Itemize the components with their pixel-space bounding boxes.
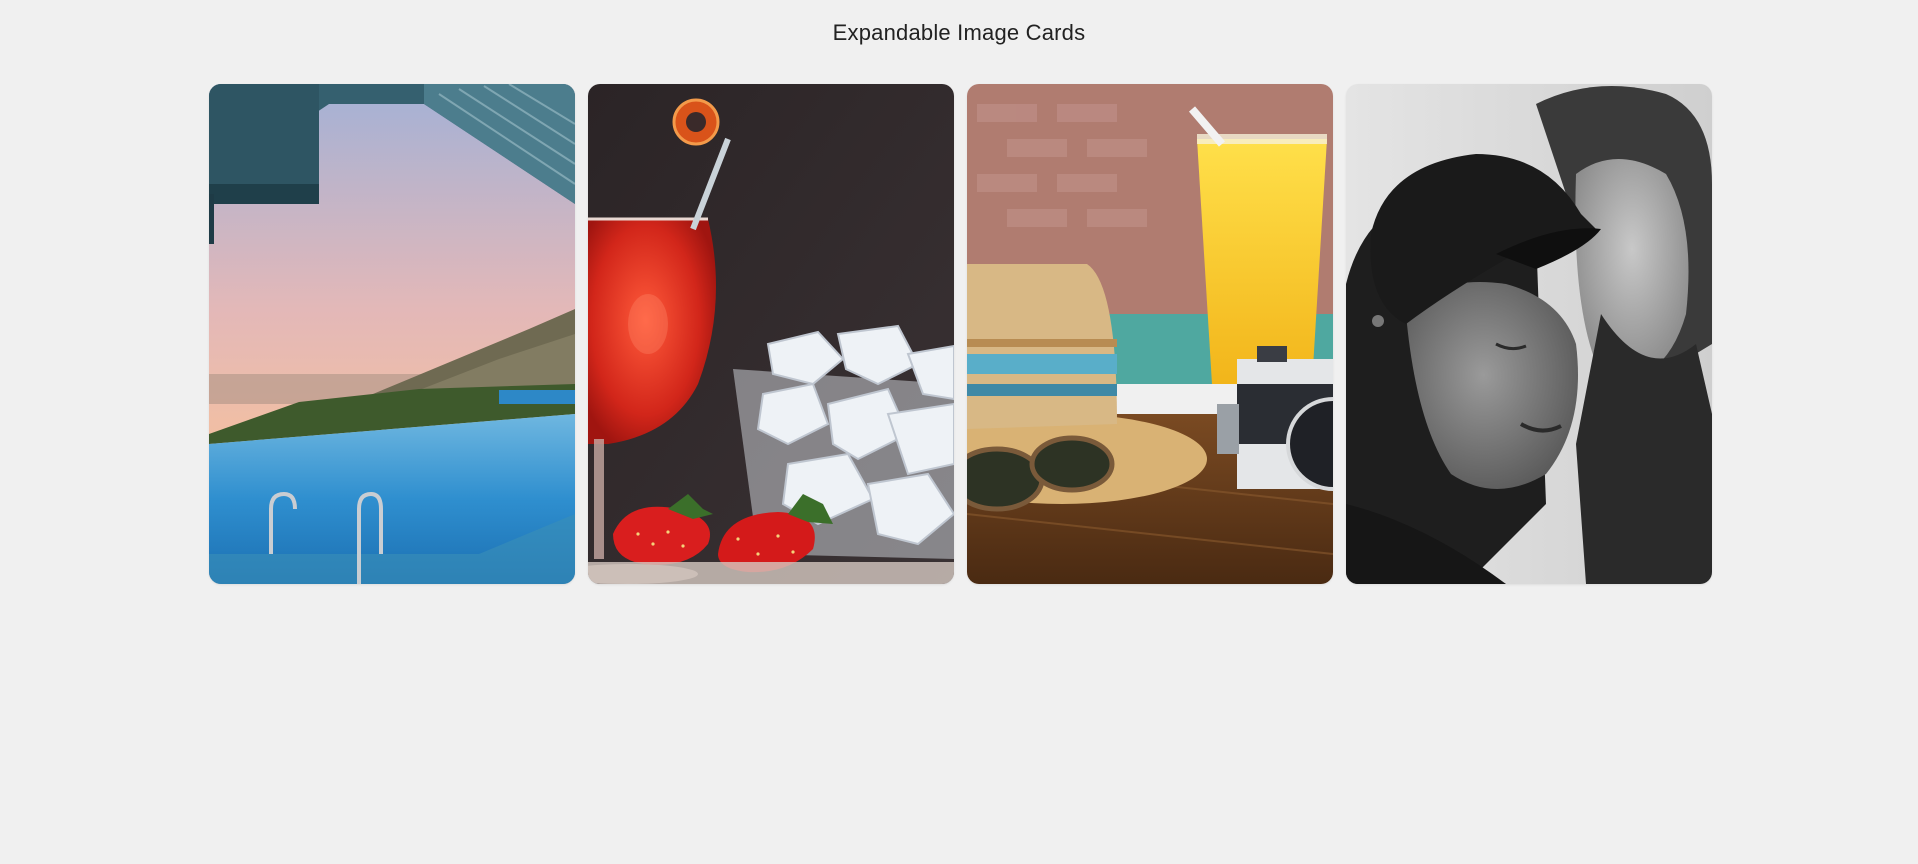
page: Expandable Image Cards xyxy=(0,0,1918,864)
travel-image xyxy=(967,84,1333,584)
image-card-couple[interactable] xyxy=(1346,84,1712,584)
couple-image xyxy=(1346,84,1712,584)
card-row xyxy=(209,84,1712,584)
cocktail-image xyxy=(588,84,954,584)
image-card-cocktail[interactable] xyxy=(588,84,954,584)
pool-image xyxy=(209,84,575,584)
page-title: Expandable Image Cards xyxy=(832,20,1086,45)
image-card-pool[interactable] xyxy=(209,84,575,584)
image-card-travel[interactable] xyxy=(967,84,1333,584)
